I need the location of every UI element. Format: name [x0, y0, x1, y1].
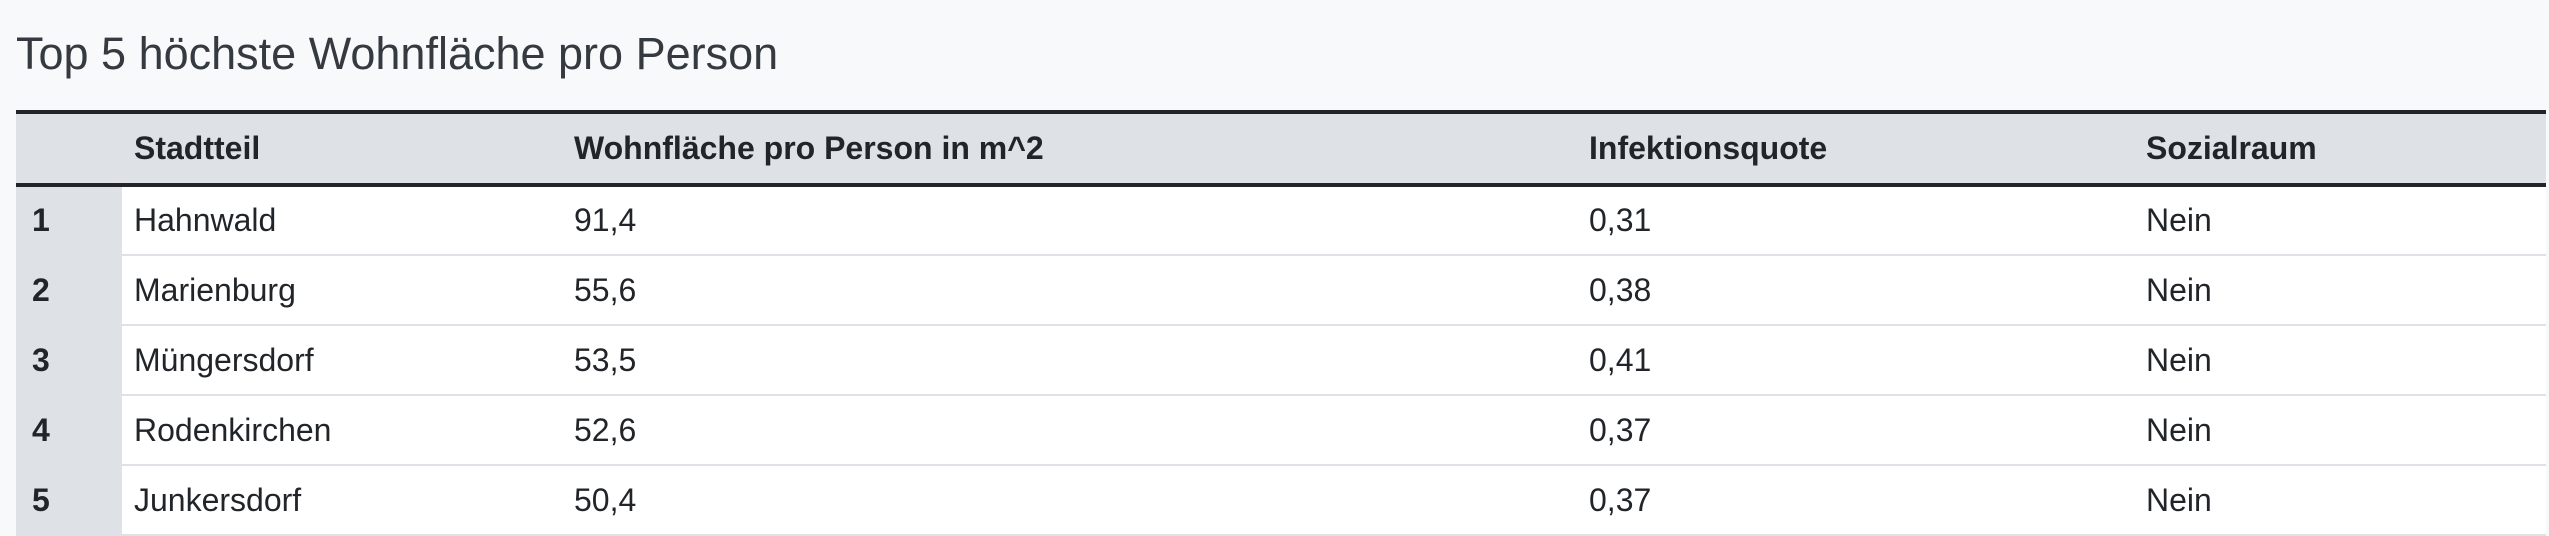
- cell-sozialraum: Nein: [2134, 255, 2546, 326]
- row-rank: 2: [16, 255, 122, 326]
- cell-stadtteil: Marienburg: [122, 255, 562, 326]
- cell-sozialraum: Nein: [2134, 395, 2546, 466]
- table-row: 4 Rodenkirchen 52,6 0,37 Nein: [16, 395, 2546, 466]
- cell-stadtteil: Hahnwald: [122, 185, 562, 256]
- cell-infektionsquote: 0,41: [1577, 325, 2134, 396]
- cell-infektionsquote: 0,37: [1577, 395, 2134, 466]
- cell-wohnflaeche: 91,4: [562, 185, 1577, 256]
- table-row: 5 Junkersdorf 50,4 0,37 Nein: [16, 465, 2546, 536]
- header-sozialraum: Sozialraum: [2134, 110, 2546, 187]
- header-infektionsquote: Infektionsquote: [1577, 110, 2134, 187]
- cell-stadtteil: Rodenkirchen: [122, 395, 562, 466]
- table-header: Stadtteil Wohnfläche pro Person in m^2 I…: [16, 110, 2546, 187]
- cell-infektionsquote: 0,37: [1577, 465, 2134, 536]
- header-index: [16, 110, 122, 187]
- wohnflaeche-table: Stadtteil Wohnfläche pro Person in m^2 I…: [16, 110, 2546, 536]
- row-rank: 1: [16, 185, 122, 256]
- row-rank: 3: [16, 325, 122, 396]
- header-stadtteil: Stadtteil: [122, 110, 562, 187]
- row-rank: 4: [16, 395, 122, 466]
- header-wohnflaeche: Wohnfläche pro Person in m^2: [562, 110, 1577, 187]
- table-body: 1 Hahnwald 91,4 0,31 Nein 2 Marienburg 5…: [16, 185, 2546, 536]
- cell-wohnflaeche: 53,5: [562, 325, 1577, 396]
- cell-sozialraum: Nein: [2134, 465, 2546, 536]
- table-row: 1 Hahnwald 91,4 0,31 Nein: [16, 185, 2546, 256]
- data-table-container: Stadtteil Wohnfläche pro Person in m^2 I…: [16, 110, 2546, 536]
- cell-stadtteil: Junkersdorf: [122, 465, 562, 536]
- cell-stadtteil: Müngersdorf: [122, 325, 562, 396]
- table-row: 2 Marienburg 55,6 0,38 Nein: [16, 255, 2546, 326]
- cell-infektionsquote: 0,38: [1577, 255, 2134, 326]
- cell-wohnflaeche: 52,6: [562, 395, 1577, 466]
- table-row: 3 Müngersdorf 53,5 0,41 Nein: [16, 325, 2546, 396]
- cell-infektionsquote: 0,31: [1577, 185, 2134, 256]
- cell-sozialraum: Nein: [2134, 325, 2546, 396]
- row-rank: 5: [16, 465, 122, 536]
- table-header-row: Stadtteil Wohnfläche pro Person in m^2 I…: [16, 110, 2546, 187]
- page-title: Top 5 höchste Wohnfläche pro Person: [16, 28, 779, 79]
- cell-wohnflaeche: 55,6: [562, 255, 1577, 326]
- cell-wohnflaeche: 50,4: [562, 465, 1577, 536]
- cell-sozialraum: Nein: [2134, 185, 2546, 256]
